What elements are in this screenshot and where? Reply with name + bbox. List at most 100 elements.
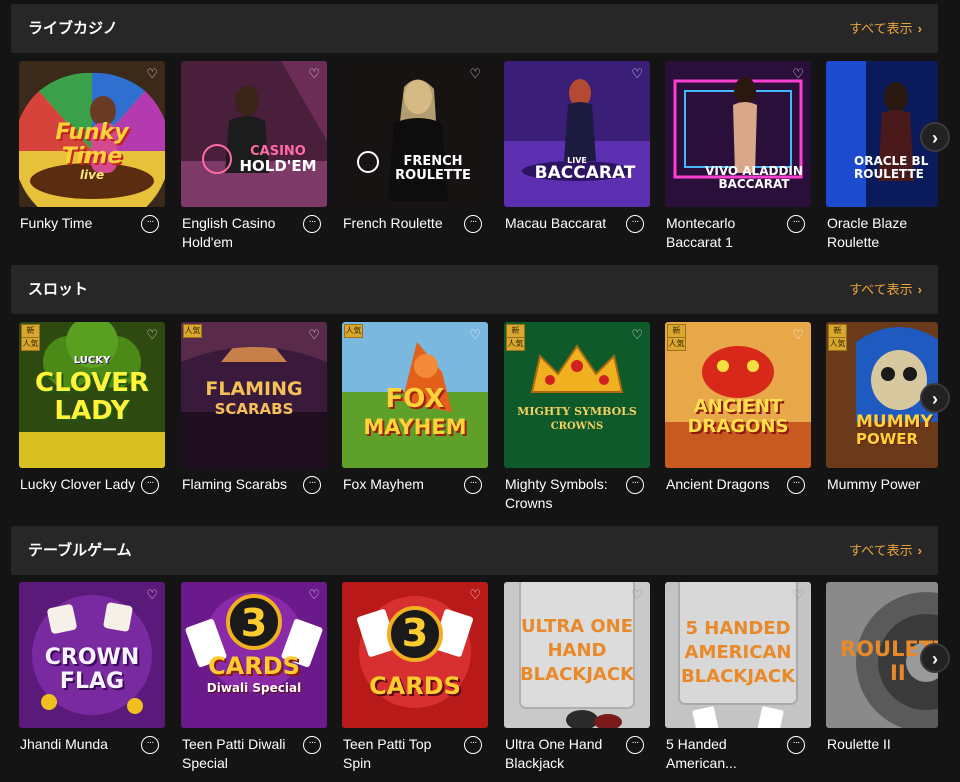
new-popular-badge: 新人気 xyxy=(667,324,686,351)
game-art-title: LUCKY xyxy=(73,355,111,366)
chevron-right-icon: › xyxy=(917,282,922,297)
heart-icon[interactable]: ♡ xyxy=(469,327,481,343)
more-info-icon[interactable]: ··· xyxy=(626,736,644,754)
game-title[interactable]: Ultra One Hand Blackjack xyxy=(505,735,623,773)
heart-icon[interactable]: ♡ xyxy=(792,66,804,82)
heart-icon[interactable]: ♡ xyxy=(631,327,643,343)
more-info-icon[interactable]: ··· xyxy=(626,476,644,494)
chevron-right-icon[interactable]: › xyxy=(920,643,950,673)
more-info-icon[interactable]: ··· xyxy=(626,215,644,233)
more-info-icon[interactable]: ··· xyxy=(787,736,805,754)
game-thumbnail[interactable]: MIGHTY SYMBOLS CROWNS ♡ 新人気 xyxy=(504,322,650,468)
heart-icon[interactable]: ♡ xyxy=(631,587,643,603)
new-popular-badge: 新人気 xyxy=(21,324,40,351)
game-art-title: ULTRA ONE xyxy=(520,616,634,637)
game-title[interactable]: Roulette II xyxy=(827,735,945,754)
popular-badge: 人気 xyxy=(183,324,202,338)
chevron-right-icon[interactable]: › xyxy=(920,122,950,152)
section-header: ライブカジノ すべて表示 › xyxy=(11,4,938,53)
game-thumbnail[interactable]: LIVE BACCARAT ♡ xyxy=(504,61,650,207)
game-title[interactable]: Ancient Dragons xyxy=(666,475,784,494)
popular-badge: 人気 xyxy=(344,324,363,338)
game-title[interactable]: Jhandi Munda xyxy=(20,735,138,754)
heart-icon[interactable]: ♡ xyxy=(146,66,158,82)
view-all-link[interactable]: すべて表示 › xyxy=(849,265,922,314)
more-info-icon[interactable]: ··· xyxy=(787,476,805,494)
game-thumbnail[interactable]: CROWN FLAG ♡ xyxy=(19,582,165,728)
heart-icon[interactable]: ♡ xyxy=(308,327,320,343)
section-title: スロット xyxy=(28,281,89,298)
game-thumbnail[interactable]: Funky Time live ♡ xyxy=(19,61,165,207)
game-title[interactable]: Macau Baccarat xyxy=(505,214,623,233)
game-thumbnail[interactable]: FOX MAYHEM ♡ 人気 xyxy=(342,322,488,468)
chevron-right-icon[interactable]: › xyxy=(920,383,950,413)
game-art-title: CROWN xyxy=(44,645,140,670)
view-all-link[interactable]: すべて表示 › xyxy=(849,526,922,575)
view-all-link[interactable]: すべて表示 › xyxy=(849,4,922,53)
game-art-title: ANCIENT xyxy=(693,396,783,417)
game-title[interactable]: Flaming Scarabs xyxy=(182,475,300,494)
heart-icon[interactable]: ♡ xyxy=(631,66,643,82)
game-thumbnail[interactable]: CASINO HOLD'EM ♡ xyxy=(181,61,327,207)
heart-icon[interactable]: ♡ xyxy=(469,587,481,603)
new-popular-badge: 新人気 xyxy=(506,324,525,351)
more-info-icon[interactable]: ··· xyxy=(303,215,321,233)
game-art-title: FLAMING xyxy=(205,378,303,400)
game-title[interactable]: Teen Patti Diwali Special xyxy=(182,735,300,773)
game-row: LUCKY CLOVER LADY ♡ 新人気 Lucky Clover Lad… xyxy=(0,322,960,522)
game-title[interactable]: Funky Time xyxy=(20,214,138,233)
game-art-title: VIVO ALADDIN xyxy=(705,164,803,178)
game-thumbnail[interactable]: ANCIENT DRAGONS ♡ 新人気 xyxy=(665,322,811,468)
game-art-title: FOX xyxy=(385,384,445,414)
game-art-title: FRENCH xyxy=(403,154,463,169)
more-info-icon[interactable]: ··· xyxy=(141,736,159,754)
game-thumbnail[interactable]: 3 CARDS Diwali Special ♡ xyxy=(181,582,327,728)
chevron-right-icon: › xyxy=(917,543,922,558)
more-info-icon[interactable]: ··· xyxy=(303,736,321,754)
game-art-title: 3 xyxy=(240,601,268,645)
game-thumbnail[interactable]: LUCKY CLOVER LADY ♡ 新人気 xyxy=(19,322,165,468)
heart-icon[interactable]: ♡ xyxy=(308,587,320,603)
game-title[interactable]: 5 Handed American... xyxy=(666,735,784,773)
game-thumbnail[interactable]: 5 HANDED AMERICAN BLACKJACK ♡ xyxy=(665,582,811,728)
more-info-icon[interactable]: ··· xyxy=(303,476,321,494)
more-info-icon[interactable]: ··· xyxy=(464,215,482,233)
game-art-title: 5 HANDED xyxy=(685,618,791,639)
heart-icon[interactable]: ♡ xyxy=(146,587,158,603)
game-art-title: 3 xyxy=(401,611,429,655)
heart-icon[interactable]: ♡ xyxy=(469,66,481,82)
game-title[interactable]: Mighty Symbols: Crowns xyxy=(505,475,623,513)
heart-icon[interactable]: ♡ xyxy=(146,327,158,343)
more-info-icon[interactable]: ··· xyxy=(464,476,482,494)
game-row: Funky Time live ♡ Funky Time ··· CASINO xyxy=(0,61,960,261)
heart-icon[interactable]: ♡ xyxy=(308,66,320,82)
section-header: スロット すべて表示 › xyxy=(11,265,938,314)
heart-icon[interactable]: ♡ xyxy=(792,587,804,603)
game-thumbnail[interactable]: ULTRA ONE HAND BLACKJACK ♡ xyxy=(504,582,650,728)
game-art-title: Funky xyxy=(55,120,129,145)
game-title[interactable]: Fox Mayhem xyxy=(343,475,461,494)
chevron-right-icon: › xyxy=(917,21,922,36)
more-info-icon[interactable]: ··· xyxy=(141,476,159,494)
game-row: CROWN FLAG ♡ Jhandi Munda ··· 3 CARDS Di… xyxy=(0,582,960,782)
section-title: テーブルゲーム xyxy=(28,542,132,559)
game-title[interactable]: French Roulette xyxy=(343,214,461,233)
game-title[interactable]: Montecarlo Baccarat 1 xyxy=(666,214,784,252)
game-thumbnail[interactable]: 3 CARDS ♡ xyxy=(342,582,488,728)
more-info-icon[interactable]: ··· xyxy=(141,215,159,233)
game-art-title: ORACLE BL xyxy=(854,154,929,168)
new-popular-badge: 新人気 xyxy=(828,324,847,351)
game-art-title: MIGHTY SYMBOLS xyxy=(517,405,637,418)
game-title[interactable]: English Casino Hold'em xyxy=(182,214,300,252)
game-thumbnail[interactable]: VIVO ALADDIN BACCARAT ♡ xyxy=(665,61,811,207)
game-title[interactable]: Teen Patti Top Spin xyxy=(343,735,461,773)
game-title[interactable]: Oracle Blaze Roulette xyxy=(827,214,945,252)
game-title[interactable]: Lucky Clover Lady xyxy=(20,475,138,494)
game-thumbnail[interactable]: FLAMING SCARABS ♡ 人気 xyxy=(181,322,327,468)
section-header: テーブルゲーム すべて表示 › xyxy=(11,526,938,575)
game-thumbnail[interactable]: FRENCH ROULETTE ♡ xyxy=(342,61,488,207)
game-title[interactable]: Mummy Power xyxy=(827,475,945,494)
more-info-icon[interactable]: ··· xyxy=(464,736,482,754)
heart-icon[interactable]: ♡ xyxy=(792,327,804,343)
more-info-icon[interactable]: ··· xyxy=(787,215,805,233)
